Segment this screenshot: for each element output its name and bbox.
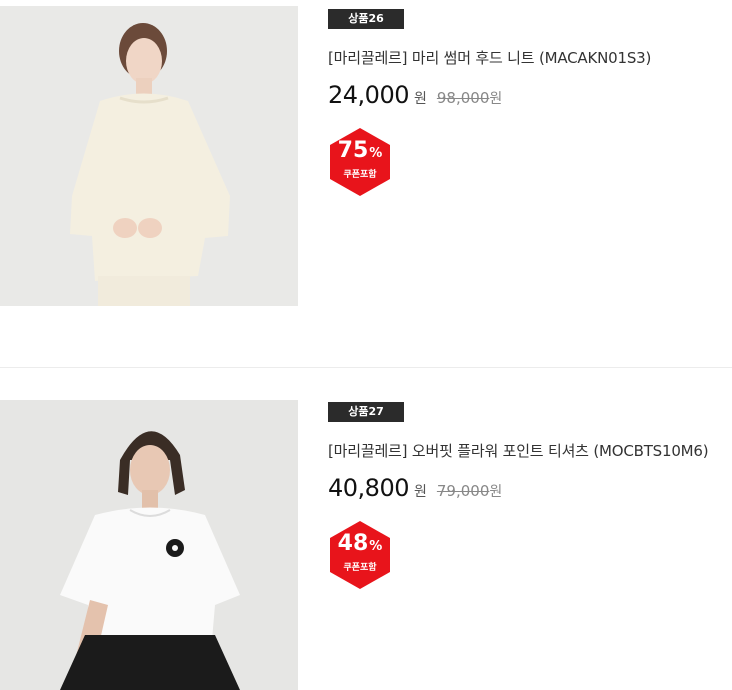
price-row: 40,800 원 79,000 원 bbox=[328, 474, 732, 502]
divider bbox=[0, 367, 732, 368]
original-currency-label: 원 bbox=[489, 484, 503, 500]
original-price: 98,000 bbox=[436, 89, 490, 107]
model-photo bbox=[0, 400, 298, 690]
sale-price: 40,800 bbox=[328, 474, 409, 502]
product-info: 상품27 [마리끌레르] 오버핏 플라워 포인트 티셔츠 (MOCBTS10M6… bbox=[328, 400, 732, 590]
discount-rate: 75% bbox=[337, 138, 383, 163]
discount-badge: 75% 쿠폰포함 bbox=[328, 127, 392, 197]
model-photo bbox=[0, 6, 298, 306]
currency-label: 원 bbox=[413, 91, 427, 107]
product-number-badge: 상품27 bbox=[328, 402, 404, 422]
currency-label: 원 bbox=[413, 484, 427, 500]
product-image-knit[interactable] bbox=[0, 6, 298, 306]
product-card[interactable]: 상품26 [마리끌레르] 마리 썸머 후드 니트 (MACAKN01S3) 24… bbox=[0, 0, 732, 368]
price-row: 24,000 원 98,000 원 bbox=[328, 81, 732, 109]
original-price: 79,000 bbox=[436, 482, 490, 500]
sale-price: 24,000 bbox=[328, 81, 409, 109]
product-image-tshirt[interactable] bbox=[0, 400, 298, 690]
product-card[interactable]: 상품27 [마리끌레르] 오버핏 플라워 포인트 티셔츠 (MOCBTS10M6… bbox=[0, 369, 732, 690]
original-currency-label: 원 bbox=[489, 91, 503, 107]
product-info: 상품26 [마리끌레르] 마리 썸머 후드 니트 (MACAKN01S3) 24… bbox=[328, 7, 732, 197]
product-title[interactable]: [마리끌레르] 마리 썸머 후드 니트 (MACAKN01S3) bbox=[328, 47, 732, 68]
discount-badge: 48% 쿠폰포함 bbox=[328, 520, 392, 590]
discount-rate: 48% bbox=[337, 531, 383, 556]
coupon-label: 쿠폰포함 bbox=[343, 563, 377, 573]
coupon-label: 쿠폰포함 bbox=[343, 170, 377, 180]
product-number-badge: 상품26 bbox=[328, 9, 404, 29]
product-title[interactable]: [마리끌레르] 오버핏 플라워 포인트 티셔츠 (MOCBTS10M6) bbox=[328, 440, 732, 461]
